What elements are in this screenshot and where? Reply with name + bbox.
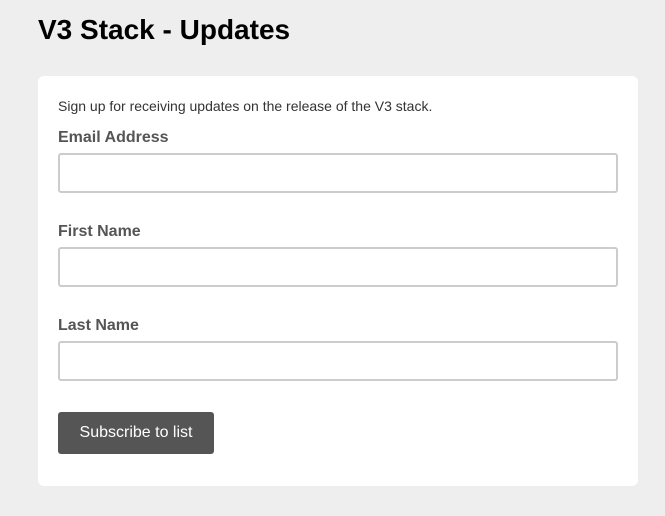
first-name-input[interactable]: [58, 247, 618, 287]
email-address-input[interactable]: [58, 153, 618, 193]
subscribe-button[interactable]: Subscribe to list: [58, 412, 214, 454]
last-name-input[interactable]: [58, 341, 618, 381]
email-address-label: Email Address: [58, 129, 169, 146]
form-intro-text: Sign up for receiving updates on the rel…: [58, 98, 433, 114]
page-title: V3 Stack - Updates: [38, 14, 291, 45]
last-name-label: Last Name: [58, 317, 139, 334]
first-name-label: First Name: [58, 223, 141, 240]
signup-form-card: Sign up for receiving updates on the rel…: [38, 76, 638, 486]
